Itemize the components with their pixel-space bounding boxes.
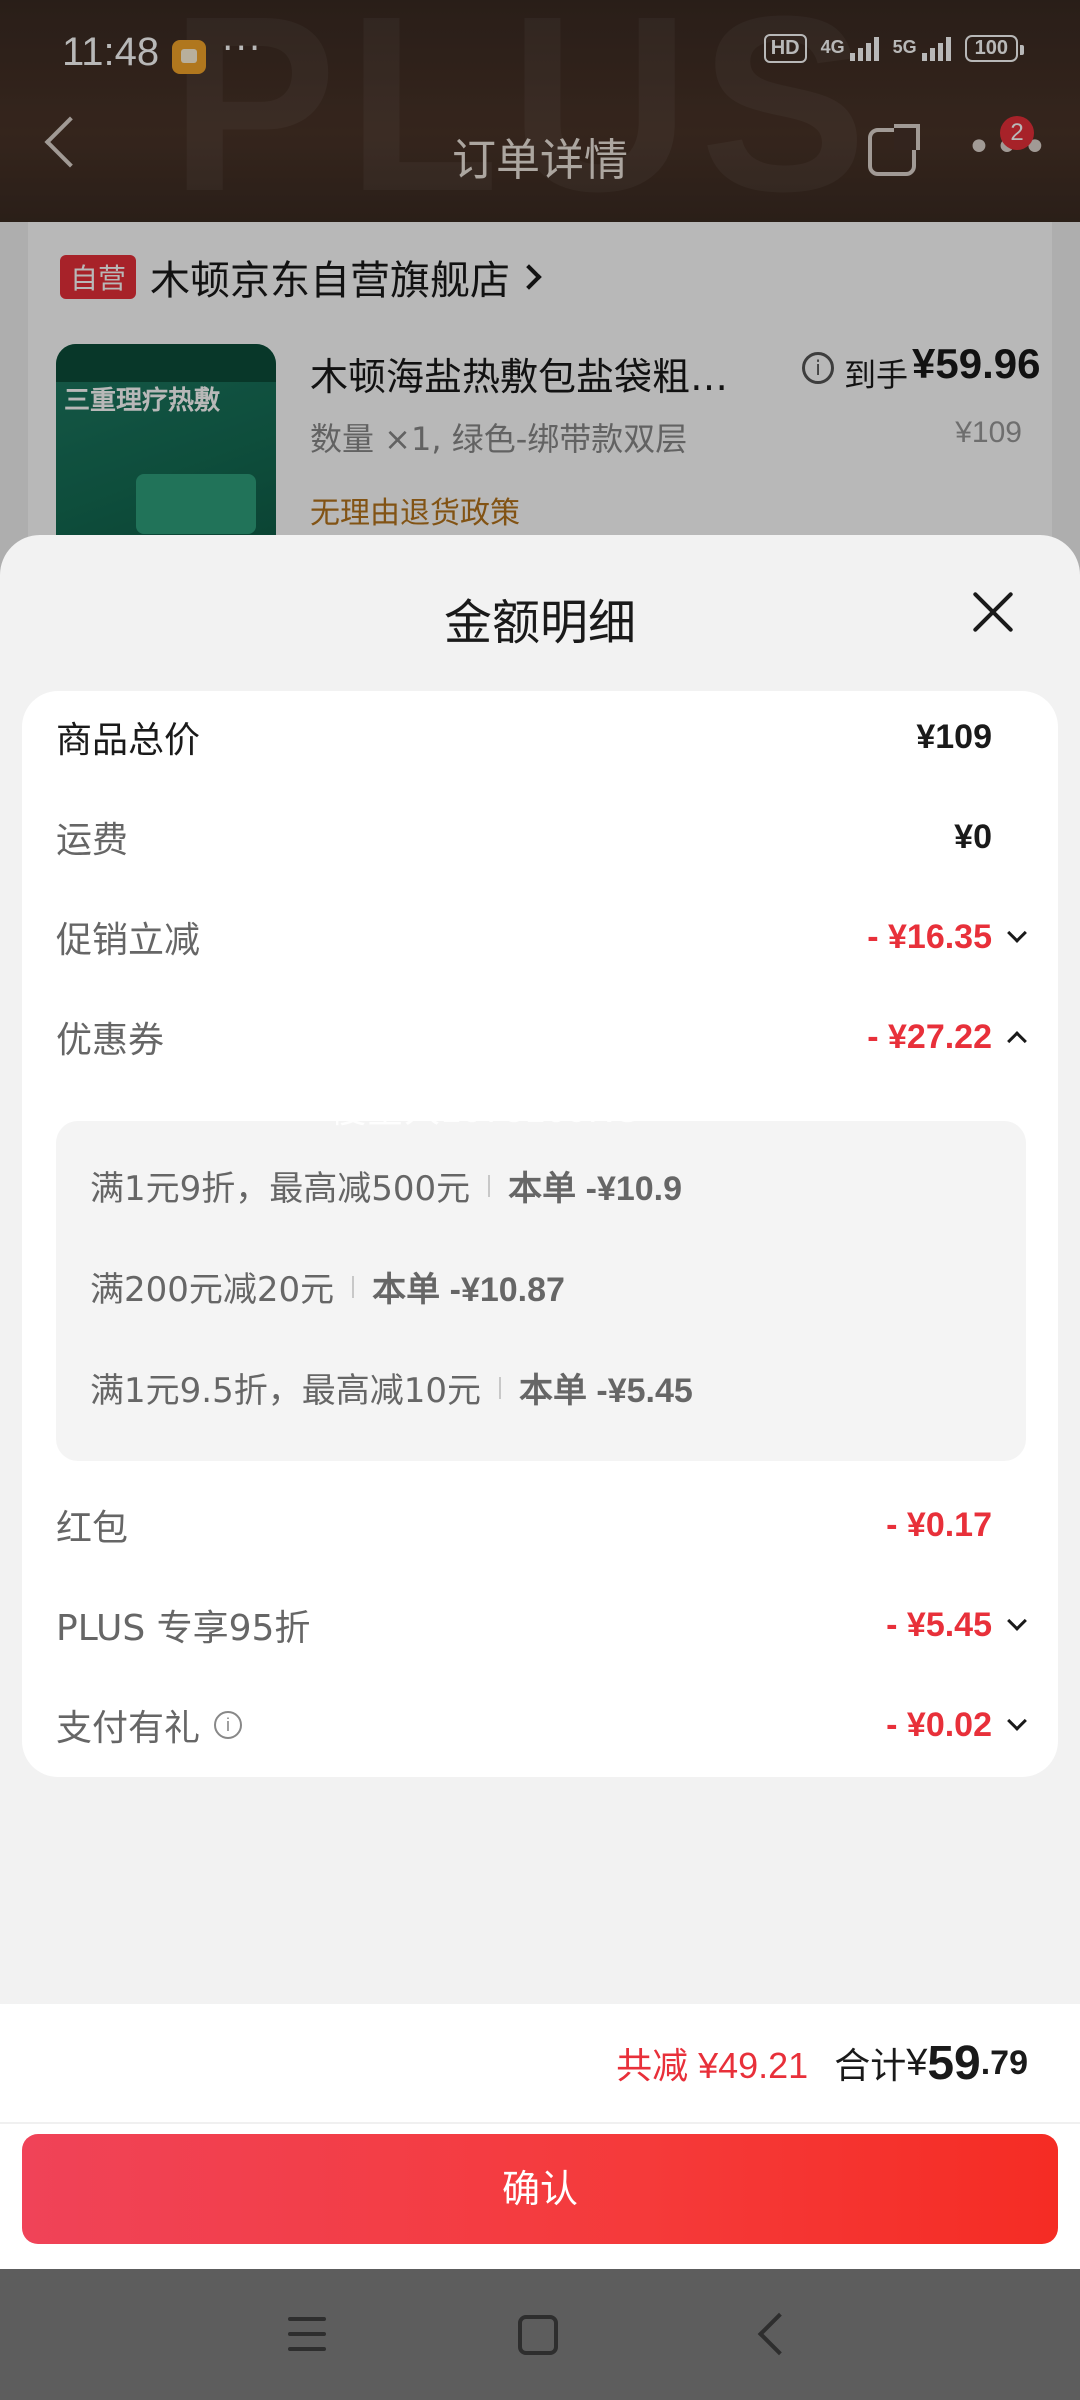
row-label: PLUS 专享95折 — [56, 1608, 311, 1649]
row-value: - ¥0.02 — [886, 1706, 1027, 1745]
coupon-amount: 本单 -¥5.45 — [518, 1372, 693, 1410]
total-bar: 共减 ¥49.21 合计 ¥ 59 .79 — [0, 2004, 1080, 2124]
total-reduction: 共减 ¥49.21 — [616, 2045, 809, 2086]
row-plus-discount[interactable]: PLUS 专享95折 - ¥5.45 — [56, 1595, 1027, 1655]
close-icon[interactable] — [970, 589, 1016, 635]
row-value: - ¥27.22 — [867, 1018, 1027, 1057]
row-label: 红包 — [56, 1508, 129, 1549]
row-label: 支付有礼 i — [56, 1699, 243, 1751]
chevron-down-icon — [1007, 1611, 1027, 1631]
row-red-packet: 红包 - ¥0.17 — [56, 1495, 1024, 1555]
coupon-desc: 满1元9.5折，最高减10元 — [90, 1371, 481, 1411]
row-label: 商品总价 — [56, 720, 201, 761]
chevron-down-icon — [1007, 1711, 1027, 1731]
total-amount-dec: .79 — [980, 2043, 1028, 2082]
row-coupon[interactable]: 优惠券 - ¥27.22 — [56, 1007, 1027, 1067]
row-label: 运费 — [56, 820, 129, 861]
row-value: ¥109 — [916, 717, 992, 756]
total-label: 合计 — [834, 2045, 907, 2086]
coupon-item: 满1元9.5折，最高减10元 本单 -¥5.45 — [90, 1363, 693, 1412]
confirm-button[interactable]: 确认 — [22, 2134, 1058, 2244]
row-value: ¥0 — [954, 817, 992, 856]
row-value: - ¥16.35 — [867, 918, 1027, 957]
coupon-item: 满200元减20元 本单 -¥10.87 — [90, 1262, 565, 1311]
row-promotion[interactable]: 促销立减 - ¥16.35 — [56, 907, 1027, 967]
coupon-detail-list: 满1元9折，最高减500元 本单 -¥10.9 满200元减20元 本单 -¥1… — [56, 1121, 1026, 1461]
coupon-desc: 满200元减20元 — [90, 1270, 335, 1310]
row-shipping: 运费 ¥0 — [56, 807, 1024, 867]
amount-detail-sheet: 金额明细 商品总价 ¥109 运费 ¥0 促销立减 - ¥16.35 优惠券 -… — [0, 535, 1080, 2269]
coupon-item: 满1元9折，最高减500元 本单 -¥10.9 — [90, 1161, 682, 1210]
row-value: - ¥5.45 — [886, 1606, 1027, 1645]
coupon-desc: 满1元9折，最高减500元 — [90, 1169, 471, 1209]
nav-menu-icon[interactable] — [288, 2317, 326, 2351]
row-label: 促销立减 — [56, 920, 201, 961]
total-amount-int: 59 — [927, 2036, 981, 2090]
total-currency: ¥ — [906, 2041, 928, 2084]
nav-home-icon[interactable] — [518, 2315, 558, 2355]
amount-detail-card: 商品总价 ¥109 运费 ¥0 促销立减 - ¥16.35 优惠券 - ¥27.… — [22, 691, 1058, 1777]
coupon-amount: 本单 -¥10.9 — [508, 1170, 683, 1208]
confirm-area: 确认 — [0, 2124, 1080, 2269]
info-icon[interactable]: i — [214, 1711, 243, 1739]
sheet-title: 金额明细 — [443, 595, 636, 651]
row-label: 优惠券 — [56, 1020, 165, 1061]
row-goods-total: 商品总价 ¥109 — [56, 707, 1024, 767]
chevron-down-icon — [1007, 923, 1027, 943]
row-value: - ¥0.17 — [886, 1505, 992, 1544]
coupon-amount: 本单 -¥10.87 — [372, 1271, 565, 1309]
system-nav-bar — [0, 2269, 1080, 2400]
user-watermark: 慢星人1075109KG — [330, 1089, 643, 1130]
chevron-up-icon — [1007, 1031, 1027, 1051]
nav-back-icon[interactable] — [757, 2312, 801, 2356]
row-payment-gift[interactable]: 支付有礼 i - ¥0.02 — [56, 1695, 1027, 1755]
